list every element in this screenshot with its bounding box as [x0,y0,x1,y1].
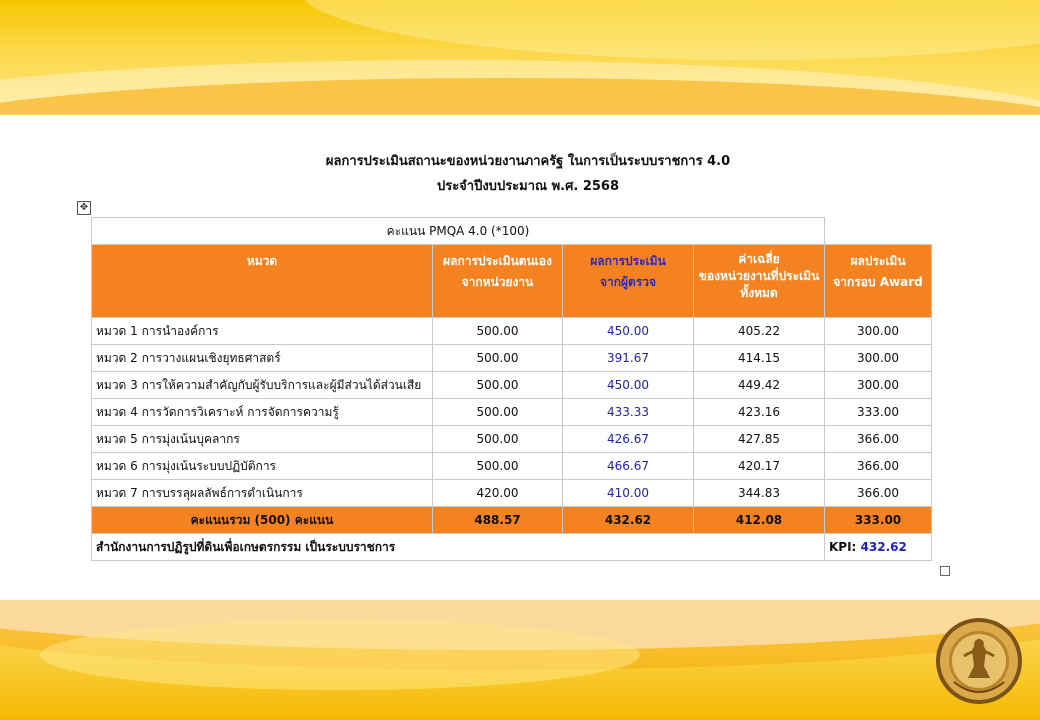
total-examiner: 432.62 [562,506,694,534]
self-score-cell: 420.00 [432,479,563,507]
examiner-score-cell: 426.67 [562,425,694,453]
top-banner [0,0,1040,115]
category-cell: หมวด 4 การวัดการวิเคราะห์ การจัดการความร… [91,398,433,426]
header-self-line2: จากหน่วยงาน [461,275,534,289]
average-score-cell: 405.22 [693,317,825,345]
header-row: หมวด ผลการประเมินตนเองจากหน่วยงาน ผลการป… [91,244,932,318]
header-examiner: ผลการประเมินจากผู้ตรวจ [562,244,694,318]
average-score-cell: 344.83 [693,479,825,507]
header-category: หมวด [91,244,433,318]
header-examiner-line1: ผลการประเมิน [590,254,666,268]
header-self-line1: ผลการประเมินตนเอง [443,254,552,268]
examiner-score-cell: 433.33 [562,398,694,426]
agency-seal-logo [936,618,1022,704]
kpi-value: 432.62 [860,540,907,554]
total-row: คะแนนรวม (500) คะแนน 488.57 432.62 412.0… [91,506,932,534]
header-award-line2: จากรอบ Award [833,275,923,289]
move-handle-icon[interactable]: ✥ [77,201,91,215]
footer-row: สำนักงานการปฏิรูปที่ดินเพื่อเกษตรกรรม เป… [91,533,932,561]
self-score-cell: 500.00 [432,371,563,399]
kpi-cell: KPI: 432.62 [824,533,932,561]
self-score-cell: 500.00 [432,317,563,345]
table-row: หมวด 7 การบรรลุผลลัพธ์การดำเนินการ 420.00… [91,479,932,507]
table-resize-handle[interactable] [940,566,950,576]
examiner-score-cell: 466.67 [562,452,694,480]
category-cell: หมวด 1 การนำองค์การ [91,317,433,345]
agency-statement: สำนักงานการปฏิรูปที่ดินเพื่อเกษตรกรรม เป… [91,533,825,561]
examiner-score-cell: 410.00 [562,479,694,507]
award-score-cell: 333.00 [824,398,932,426]
award-score-cell: 366.00 [824,452,932,480]
self-score-cell: 500.00 [432,344,563,372]
header-award: ผลประเมินจากรอบ Award [824,244,932,318]
report-subtitle: ประจำปีงบประมาณ พ.ศ. 2568 [436,179,620,194]
header-average-line2: ของหน่วยงานที่ประเมิน [698,269,820,283]
bottom-banner [0,600,1040,720]
award-score-cell: 300.00 [824,344,932,372]
examiner-score-cell: 450.00 [562,371,694,399]
caption-empty-cell [825,218,932,245]
kpi-label: KPI: [829,540,857,554]
pmqa-score-table: คะแนน PMQA 4.0 (*100) หมวด ผลการประเมินต… [91,217,932,561]
caption-row: คะแนน PMQA 4.0 (*100) [91,217,932,245]
average-score-cell: 414.15 [693,344,825,372]
category-cell: หมวด 5 การมุ่งเน้นบุคลากร [91,425,433,453]
table-row: หมวด 4 การวัดการวิเคราะห์ การจัดการความร… [91,398,932,426]
examiner-score-cell: 450.00 [562,317,694,345]
average-score-cell: 427.85 [693,425,825,453]
total-award: 333.00 [824,506,932,534]
header-award-line1: ผลประเมิน [850,254,906,268]
header-examiner-line2: จากผู้ตรวจ [599,275,657,289]
banner-swoosh-glow [300,0,1040,60]
average-score-cell: 449.42 [693,371,825,399]
category-cell: หมวด 3 การให้ความสำคัญกับผู้รับบริการและ… [91,371,433,399]
category-cell: หมวด 7 การบรรลุผลลัพธ์การดำเนินการ [91,479,433,507]
average-score-cell: 420.17 [693,452,825,480]
examiner-score-cell: 391.67 [562,344,694,372]
award-score-cell: 366.00 [824,479,932,507]
bottom-swoosh-glow [40,620,640,690]
self-score-cell: 500.00 [432,425,563,453]
header-average-line1: ค่าเฉลี่ย [738,252,780,266]
average-score-cell: 423.16 [693,398,825,426]
award-score-cell: 300.00 [824,317,932,345]
category-rows: หมวด 1 การนำองค์การ 500.00 450.00 405.22 300… [91,317,932,507]
award-score-cell: 366.00 [824,425,932,453]
total-self: 488.57 [432,506,563,534]
header-self: ผลการประเมินตนเองจากหน่วยงาน [432,244,563,318]
category-cell: หมวด 6 การมุ่งเน้นระบบปฏิบัติการ [91,452,433,480]
table-row: หมวด 1 การนำองค์การ 500.00 450.00 405.22 300… [91,317,932,345]
header-average-line3: ทั้งหมด [740,286,778,300]
total-average: 412.08 [693,506,825,534]
award-score-cell: 300.00 [824,371,932,399]
report-title: ผลการประเมินสถานะของหน่วยงานภาครัฐ ในการ… [325,154,731,169]
category-cell: หมวด 2 การวางแผนเชิงยุทธศาสตร์ [91,344,433,372]
table-row: หมวด 6 การมุ่งเน้นระบบปฏิบัติการ 500.00 46… [91,452,932,480]
table-row: หมวด 3 การให้ความสำคัญกับผู้รับบริการและ… [91,371,932,399]
table-row: หมวด 2 การวางแผนเชิงยุทธศาสตร์ 500.00 391.… [91,344,932,372]
self-score-cell: 500.00 [432,452,563,480]
total-label: คะแนนรวม (500) คะแนน [91,506,433,534]
self-score-cell: 500.00 [432,398,563,426]
table-row: หมวด 5 การมุ่งเน้นบุคลากร 500.00 426.67 427… [91,425,932,453]
pmqa-caption: คะแนน PMQA 4.0 (*100) [91,217,825,245]
header-average: ค่าเฉลี่ยของหน่วยงานที่ประเมินทั้งหมด [693,244,825,318]
